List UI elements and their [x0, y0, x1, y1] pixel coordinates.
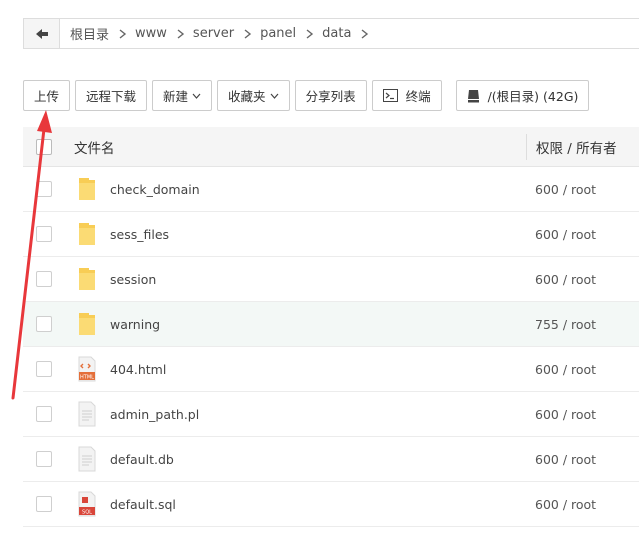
- folder-icon: [79, 313, 95, 335]
- breadcrumb-item-root[interactable]: 根目录: [62, 24, 127, 43]
- toolbar: 上传 远程下载 新建 收藏夹 分享列表 终端 /(根目录) (42G): [23, 80, 594, 111]
- file-permission[interactable]: 600 / root: [535, 272, 596, 287]
- file-permission[interactable]: 600 / root: [535, 452, 596, 467]
- breadcrumb-item-www[interactable]: www: [127, 26, 185, 41]
- disk-button[interactable]: /(根目录) (42G): [455, 80, 590, 111]
- file-icon: [78, 446, 96, 472]
- new-dropdown-button[interactable]: 新建: [152, 80, 213, 111]
- chevron-down-icon: [192, 93, 201, 99]
- breadcrumb-item-server[interactable]: server: [185, 26, 252, 41]
- disk-label: /(根目录) (42G): [487, 89, 579, 104]
- breadcrumb-label: panel: [260, 26, 297, 41]
- sql-file-icon: SQL: [78, 491, 96, 517]
- breadcrumb-label: www: [135, 26, 167, 41]
- row-checkbox[interactable]: [36, 271, 52, 287]
- select-all-checkbox[interactable]: [36, 139, 52, 155]
- row-checkbox[interactable]: [36, 181, 52, 197]
- terminal-label: 终端: [405, 89, 431, 104]
- html-badge-text: HTML: [80, 375, 94, 381]
- file-permission[interactable]: 600 / root: [535, 182, 596, 197]
- new-label: 新建: [163, 89, 189, 104]
- file-permission[interactable]: 755 / root: [535, 317, 596, 332]
- breadcrumb-item-data[interactable]: data: [314, 26, 369, 41]
- table-header: 文件名 权限 / 所有者: [23, 127, 639, 167]
- row-checkbox[interactable]: [36, 316, 52, 332]
- file-name[interactable]: default.sql: [110, 497, 176, 512]
- file-table: 文件名 权限 / 所有者 check_domain 600 / root ses…: [23, 127, 639, 527]
- table-row[interactable]: default.db 600 / root: [23, 437, 639, 482]
- chevron-right-icon: [306, 28, 314, 39]
- column-header-name[interactable]: 文件名: [74, 137, 115, 157]
- file-name[interactable]: warning: [110, 317, 160, 332]
- table-row[interactable]: HTML 404.html 600 / root: [23, 347, 639, 392]
- back-button[interactable]: [24, 19, 60, 48]
- chevron-right-icon: [244, 28, 252, 39]
- share-list-label: 分享列表: [305, 89, 356, 104]
- upload-label: 上传: [34, 89, 60, 104]
- row-checkbox[interactable]: [36, 496, 52, 512]
- table-row[interactable]: check_domain 600 / root: [23, 167, 639, 212]
- row-checkbox[interactable]: [36, 406, 52, 422]
- chevron-right-icon: [119, 28, 127, 39]
- breadcrumb-item-panel[interactable]: panel: [252, 26, 314, 41]
- folder-icon: [79, 223, 95, 245]
- sql-badge-text: SQL: [82, 510, 92, 516]
- file-permission[interactable]: 600 / root: [535, 407, 596, 422]
- file-permission[interactable]: 600 / root: [535, 497, 596, 512]
- row-checkbox[interactable]: [36, 226, 52, 242]
- table-row[interactable]: session 600 / root: [23, 257, 639, 302]
- hard-drive-icon: [467, 89, 479, 102]
- file-name[interactable]: session: [110, 272, 156, 287]
- row-checkbox[interactable]: [36, 451, 52, 467]
- html-file-icon: HTML: [78, 356, 96, 382]
- terminal-icon: [382, 89, 398, 102]
- file-name[interactable]: admin_path.pl: [110, 407, 199, 422]
- file-icon: [78, 401, 96, 427]
- breadcrumb-label: data: [322, 26, 352, 41]
- upload-button[interactable]: 上传: [23, 80, 71, 111]
- remote-download-button[interactable]: 远程下载: [75, 80, 148, 111]
- remote-download-label: 远程下载: [86, 89, 137, 104]
- favorites-label: 收藏夹: [228, 89, 266, 104]
- file-permission[interactable]: 600 / root: [535, 362, 596, 377]
- column-header-permission[interactable]: 权限 / 所有者: [526, 133, 617, 160]
- table-row[interactable]: sess_files 600 / root: [23, 212, 639, 257]
- file-name[interactable]: check_domain: [110, 182, 200, 197]
- chevron-right-icon: [177, 28, 185, 39]
- breadcrumb-label: 根目录: [70, 28, 110, 43]
- file-name[interactable]: sess_files: [110, 227, 169, 242]
- breadcrumb: 根目录 www server panel data: [23, 18, 639, 49]
- share-list-button[interactable]: 分享列表: [294, 80, 367, 111]
- chevron-down-icon: [270, 93, 279, 99]
- breadcrumb-label: server: [192, 26, 235, 41]
- chevron-right-icon: [362, 28, 369, 39]
- file-name[interactable]: default.db: [110, 452, 174, 467]
- table-row[interactable]: warning 755 / root: [23, 302, 639, 347]
- table-row[interactable]: admin_path.pl 600 / root: [23, 392, 639, 437]
- file-permission[interactable]: 600 / root: [535, 227, 596, 242]
- favorites-dropdown-button[interactable]: 收藏夹: [217, 80, 290, 111]
- file-name[interactable]: 404.html: [110, 362, 166, 377]
- column-header-permission-label: 权限 / 所有者: [536, 140, 617, 157]
- table-row[interactable]: SQL default.sql 600 / root: [23, 482, 639, 527]
- terminal-button[interactable]: 终端: [371, 80, 442, 111]
- row-checkbox[interactable]: [36, 361, 52, 377]
- arrow-left-icon: [35, 28, 48, 39]
- folder-icon: [79, 268, 95, 290]
- folder-icon: [79, 178, 95, 200]
